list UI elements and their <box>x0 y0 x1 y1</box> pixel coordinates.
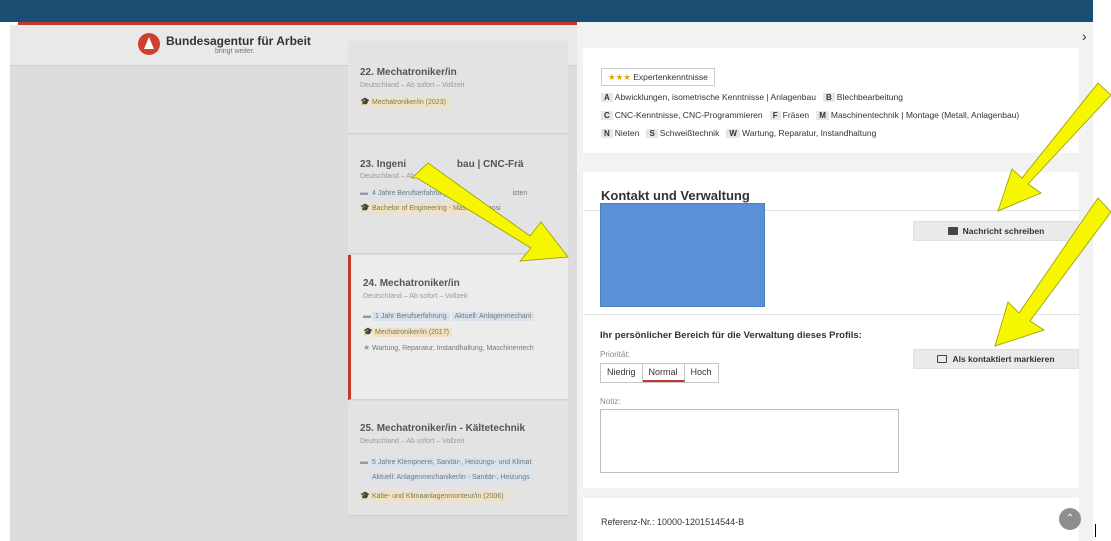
annotation-arrows <box>410 82 1111 347</box>
annotation-arrow-icon <box>997 82 1111 212</box>
annotation-arrow-icon <box>994 197 1111 347</box>
annotation-arrow-icon <box>410 162 569 262</box>
